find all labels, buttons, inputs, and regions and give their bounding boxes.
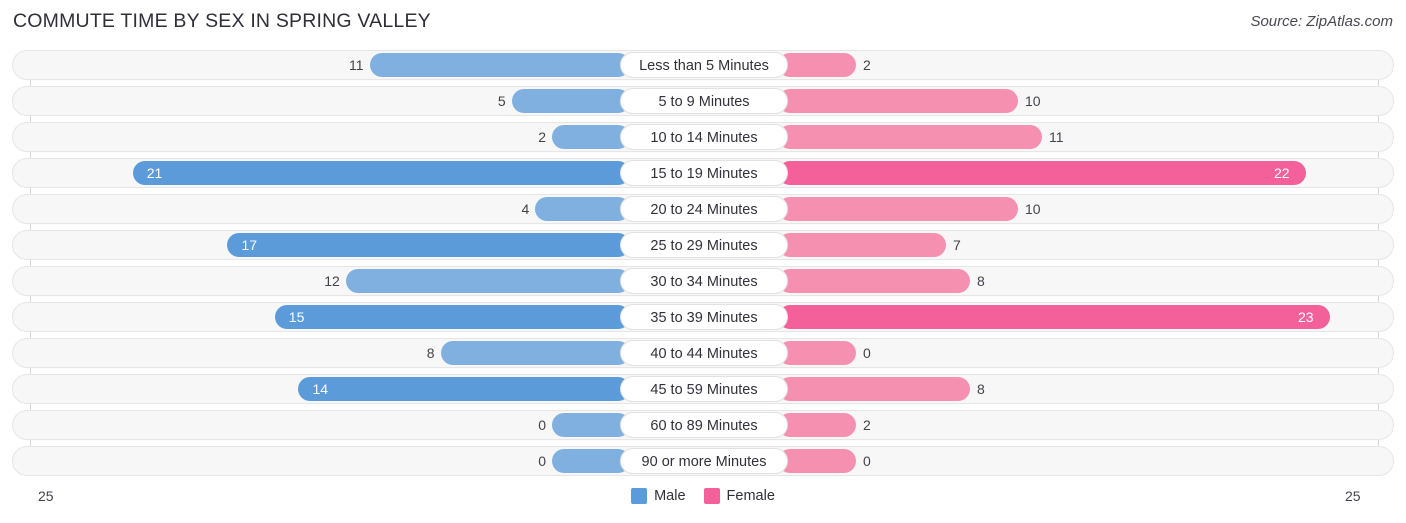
table-row[interactable]: 0 2 60 to 89 Minutes [12,410,1394,440]
page-title: COMMUTE TIME BY SEX IN SPRING VALLEY [13,10,431,32]
table-row[interactable]: 8 0 40 to 44 Minutes [12,338,1394,368]
table-row[interactable]: 5 10 5 to 9 Minutes [12,86,1394,116]
bar-female[interactable] [778,449,856,473]
bar-female[interactable] [778,305,1330,329]
bar-female[interactable] [778,413,856,437]
bar-value-male: 12 [324,273,340,289]
table-row[interactable]: 15 23 35 to 39 Minutes [12,302,1394,332]
bar-male[interactable] [345,269,630,293]
bar-value-female: 2 [863,417,871,433]
category-label: 60 to 89 Minutes [620,412,788,438]
bar-value-female: 8 [977,273,985,289]
bar-female[interactable] [778,341,856,365]
bar-value-female: 7 [953,237,961,253]
bar-value-male: 17 [241,237,258,253]
category-label: 30 to 34 Minutes [620,268,788,294]
bar-male[interactable] [298,377,630,401]
bar-female[interactable] [778,89,1018,113]
bar-male[interactable] [132,161,630,185]
bar-male[interactable] [552,449,630,473]
bar-value-female: 10 [1025,93,1041,109]
bar-male[interactable] [535,197,630,221]
bar-female[interactable] [778,161,1306,185]
table-row[interactable]: 17 7 25 to 29 Minutes [12,230,1394,260]
bar-value-male: 4 [521,201,530,217]
legend-item[interactable]: Female [703,488,775,504]
bar-value-male: 0 [538,417,546,433]
category-label: 10 to 14 Minutes [620,124,788,150]
male-swatch-icon [631,488,648,504]
bar-value-female: 10 [1025,201,1041,217]
bar-value-female: 8 [977,381,985,397]
category-label: 15 to 19 Minutes [620,160,788,186]
chart-header: COMMUTE TIME BY SEX IN SPRING VALLEY Sou… [0,0,1406,44]
table-row[interactable]: 0 0 90 or more Minutes [12,446,1394,476]
bar-male[interactable] [227,233,630,257]
category-label: 40 to 44 Minutes [620,340,788,366]
table-row[interactable]: 14 8 45 to 59 Minutes [12,374,1394,404]
category-label: 5 to 9 Minutes [620,88,788,114]
table-row[interactable]: 11 2 Less than 5 Minutes [12,50,1394,80]
bar-male[interactable] [511,89,630,113]
category-label: 25 to 29 Minutes [620,232,788,258]
bar-value-male: 14 [312,381,329,397]
category-label: Less than 5 Minutes [620,52,788,78]
bar-female[interactable] [778,53,856,77]
bar-value-male: 11 [348,57,364,73]
bar-value-male: 2 [538,129,546,145]
chart-legend: Male Female [0,488,1406,504]
bar-value-male: 21 [146,165,163,181]
category-label: 45 to 59 Minutes [620,376,788,402]
table-row[interactable]: 4 10 20 to 24 Minutes [12,194,1394,224]
category-label: 20 to 24 Minutes [620,196,788,222]
bar-value-female: 23 [1298,309,1314,325]
bar-value-female: 2 [863,57,871,73]
chart-plot-area: 11 2 Less than 5 Minutes 5 10 5 to 9 Minutes 2… [0,44,1406,482]
bar-value-female: 0 [863,453,871,469]
bar-male[interactable] [552,125,630,149]
category-label: 90 or more Minutes [620,448,788,474]
bar-value-male: 0 [538,453,546,469]
female-swatch-icon [703,488,720,504]
bar-male[interactable] [274,305,630,329]
bar-female[interactable] [778,233,946,257]
bar-male[interactable] [552,413,630,437]
chart-footer: 25 25 Male Female [0,482,1406,523]
bar-female[interactable] [778,197,1018,221]
legend-item[interactable]: Male [631,488,686,504]
bar-value-female: 0 [863,345,871,361]
table-row[interactable]: 12 8 30 to 34 Minutes [12,266,1394,296]
bar-value-female: 11 [1049,129,1064,145]
table-row[interactable]: 2 11 10 to 14 Minutes [12,122,1394,152]
bar-female[interactable] [778,269,970,293]
bar-male[interactable] [369,53,630,77]
source-attribution: Source: ZipAtlas.com [1250,13,1393,30]
bar-female[interactable] [778,125,1042,149]
bar-value-male: 5 [497,93,506,109]
bar-male[interactable] [440,341,630,365]
legend-label: Male [654,488,686,504]
category-label: 35 to 39 Minutes [620,304,788,330]
bar-value-male: 15 [288,309,305,325]
bar-value-female: 22 [1274,165,1290,181]
table-row[interactable]: 21 22 15 to 19 Minutes [12,158,1394,188]
bar-value-male: 8 [426,345,435,361]
bar-female[interactable] [778,377,970,401]
legend-label: Female [726,488,775,504]
